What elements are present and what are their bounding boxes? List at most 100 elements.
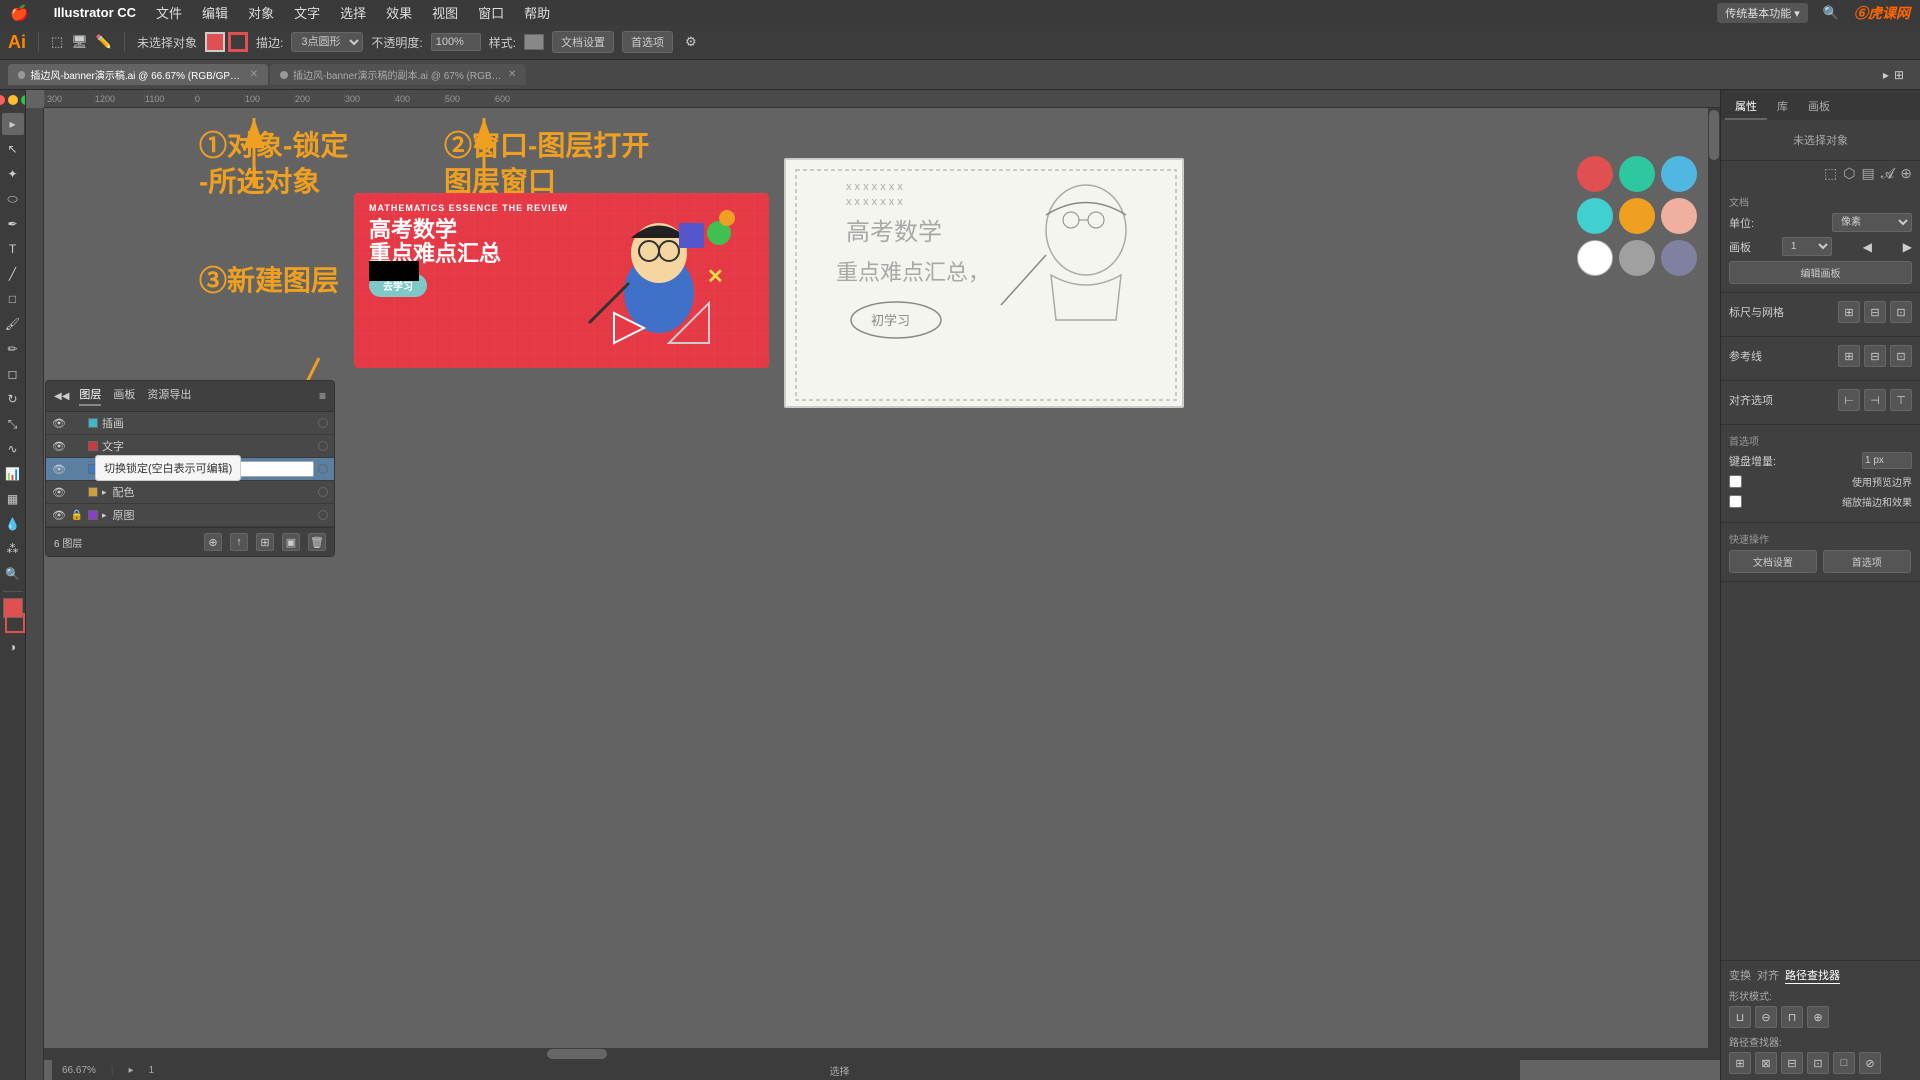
graph-tool[interactable]: 📊 bbox=[2, 463, 24, 485]
layers-option-btn[interactable]: ⊞ bbox=[256, 533, 274, 551]
menu-help[interactable]: 帮助 bbox=[524, 3, 550, 22]
layer-visibility-2[interactable]: 👁 bbox=[52, 439, 66, 453]
stroke-select[interactable]: 3点圆形 bbox=[291, 32, 363, 52]
ruler-grid-btn-3[interactable]: ⊡ bbox=[1890, 301, 1912, 323]
eraser-tool[interactable]: ◻ bbox=[2, 363, 24, 385]
layer-row-1[interactable]: 👁 插画 bbox=[46, 412, 334, 435]
layer-expand-5[interactable]: ▸ bbox=[102, 510, 107, 521]
swatch-blue[interactable] bbox=[1661, 156, 1697, 192]
exclude-btn[interactable]: ⊕ bbox=[1807, 1006, 1829, 1028]
quick-doc-settings[interactable]: 文档设置 bbox=[1729, 550, 1817, 573]
quick-preferences[interactable]: 首选项 bbox=[1823, 550, 1911, 573]
arrange-btn[interactable]: ▸ bbox=[1883, 68, 1889, 82]
opacity-input[interactable] bbox=[431, 33, 481, 51]
layer-lock-2[interactable] bbox=[70, 439, 84, 453]
layer-lock-1[interactable] bbox=[70, 416, 84, 430]
toolbar-icon-1[interactable]: ⬚ bbox=[51, 34, 63, 50]
layer-circle-2[interactable] bbox=[318, 441, 328, 451]
guide-btn-1[interactable]: ⊞ bbox=[1838, 345, 1860, 367]
preferences-btn[interactable]: 首选项 bbox=[622, 31, 673, 53]
menu-text[interactable]: 文字 bbox=[294, 3, 320, 22]
fill-color[interactable] bbox=[205, 32, 225, 52]
move-layer-btn[interactable]: ↑ bbox=[230, 533, 248, 551]
rotate-tool[interactable]: ↻ bbox=[2, 388, 24, 410]
tab-2-close[interactable]: ✕ bbox=[508, 69, 516, 80]
lasso-tool[interactable]: ⬭ bbox=[2, 188, 24, 210]
snap-bounds-checkbox[interactable] bbox=[1729, 475, 1742, 488]
align-left[interactable]: ⊢ bbox=[1838, 389, 1860, 411]
color-mode-toggle[interactable]: ◑ bbox=[2, 636, 24, 658]
tab-1[interactable]: 插边风-banner演示稿.ai @ 66.67% (RGB/GPU 预览) ✕ bbox=[8, 64, 268, 85]
tab-1-close[interactable]: ✕ bbox=[250, 69, 258, 80]
layer-circle-1[interactable] bbox=[318, 418, 328, 428]
minus-front-btn[interactable]: ⊖ bbox=[1755, 1006, 1777, 1028]
guide-btn-3[interactable]: ⊡ bbox=[1890, 345, 1912, 367]
text-tool[interactable]: T bbox=[2, 238, 24, 260]
layer-visibility-5[interactable]: 👁 bbox=[52, 508, 66, 522]
layer-row-5[interactable]: 👁 🔒 ▸ 原图 bbox=[46, 504, 334, 527]
menu-select[interactable]: 选择 bbox=[340, 3, 366, 22]
eyedropper-tool[interactable]: 💧 bbox=[2, 513, 24, 535]
board-select[interactable]: 1 bbox=[1782, 237, 1832, 256]
ruler-grid-btn-1[interactable]: ⊞ bbox=[1838, 301, 1860, 323]
stroke-color[interactable] bbox=[228, 32, 248, 52]
menu-effects[interactable]: 效果 bbox=[386, 3, 412, 22]
gradient-tool[interactable]: ▦ bbox=[2, 488, 24, 510]
layer-circle-4[interactable] bbox=[318, 487, 328, 497]
selection-tool[interactable]: ▸ bbox=[2, 113, 24, 135]
transform-tab[interactable]: 变换 bbox=[1729, 967, 1751, 984]
toolbar-icon-3[interactable]: ✏️ bbox=[96, 34, 112, 50]
minus-back-btn[interactable]: ⊘ bbox=[1859, 1052, 1881, 1074]
layers-tab-export[interactable]: 资源导出 bbox=[147, 386, 191, 406]
layer-lock-5[interactable]: 🔒 bbox=[70, 508, 84, 522]
menu-edit[interactable]: 编辑 bbox=[202, 3, 228, 22]
align-center-h[interactable]: ⊣ bbox=[1864, 389, 1886, 411]
menu-file[interactable]: 文件 bbox=[156, 3, 182, 22]
panel-icon-5[interactable]: ⊕ bbox=[1900, 165, 1912, 182]
swatch-white[interactable] bbox=[1577, 240, 1613, 276]
layer-row-4[interactable]: 👁 ▸ 配色 bbox=[46, 481, 334, 504]
scrollbar-h-thumb[interactable] bbox=[547, 1049, 607, 1059]
zoom-tool[interactable]: 🔍 bbox=[2, 563, 24, 585]
delete-layer-btn[interactable]: 🗑 bbox=[308, 533, 326, 551]
scale-tool[interactable]: ⤡ bbox=[2, 413, 24, 435]
next-board[interactable]: ▶ bbox=[1903, 240, 1912, 254]
guide-btn-2[interactable]: ⊟ bbox=[1864, 345, 1886, 367]
unit-select[interactable]: 像素 bbox=[1832, 213, 1912, 232]
toolbar-icon-2[interactable]: 🖥 bbox=[71, 34, 88, 50]
layer-visibility-1[interactable]: 👁 bbox=[52, 416, 66, 430]
artboard-nav[interactable]: 1 bbox=[149, 1065, 155, 1076]
layer-visibility-3[interactable]: 👁 bbox=[52, 462, 66, 476]
zoom-level[interactable]: 66.67% bbox=[62, 1065, 96, 1076]
swatch-cyan[interactable] bbox=[1577, 198, 1613, 234]
outline-btn[interactable]: □ bbox=[1833, 1052, 1855, 1074]
tab-properties[interactable]: 属性 bbox=[1725, 94, 1767, 120]
pencil-tool[interactable]: ✏ bbox=[2, 338, 24, 360]
workspace-selector[interactable]: 传统基本功能 ▾ bbox=[1717, 3, 1808, 23]
tab-library[interactable]: 库 bbox=[1767, 94, 1798, 120]
ruler-grid-btn-2[interactable]: ⊟ bbox=[1864, 301, 1886, 323]
layer-circle-3[interactable] bbox=[318, 464, 328, 474]
pen-tool[interactable]: ✒ bbox=[2, 213, 24, 235]
apple-menu[interactable]: 🍎 bbox=[10, 4, 29, 22]
panel-icon-1[interactable]: ⬚ bbox=[1824, 165, 1837, 182]
align-right[interactable]: ⊤ bbox=[1890, 389, 1912, 411]
panel-icon-3[interactable]: ▤ bbox=[1862, 165, 1875, 182]
layer-lock-4[interactable] bbox=[70, 485, 84, 499]
swatch-gray[interactable] bbox=[1619, 240, 1655, 276]
trim-btn[interactable]: ⊠ bbox=[1755, 1052, 1777, 1074]
layer-expand-4[interactable]: ▸ bbox=[102, 487, 107, 498]
tab-2[interactable]: 插边风-banner演示稿的副本.ai @ 67% (RGB/GPU 推展) ✕ bbox=[270, 64, 526, 85]
crop-btn[interactable]: ⊡ bbox=[1807, 1052, 1829, 1074]
pathfinder-tab[interactable]: 路径查找器 bbox=[1785, 967, 1840, 984]
swatch-red[interactable] bbox=[1577, 156, 1613, 192]
panel-icon-2[interactable]: ⬡ bbox=[1843, 165, 1855, 182]
prev-board[interactable]: ◀ bbox=[1863, 240, 1872, 254]
layers-option-btn-2[interactable]: ▣ bbox=[282, 533, 300, 551]
doc-settings-btn[interactable]: 文档设置 bbox=[552, 31, 614, 53]
swatch-orange[interactable] bbox=[1619, 198, 1655, 234]
new-layer-btn[interactable]: ⊕ bbox=[204, 533, 222, 551]
layers-panel-menu[interactable]: ≡ bbox=[319, 389, 326, 403]
keyboard-increment-input[interactable] bbox=[1862, 452, 1912, 469]
search-icon[interactable]: 🔍 bbox=[1823, 5, 1839, 21]
